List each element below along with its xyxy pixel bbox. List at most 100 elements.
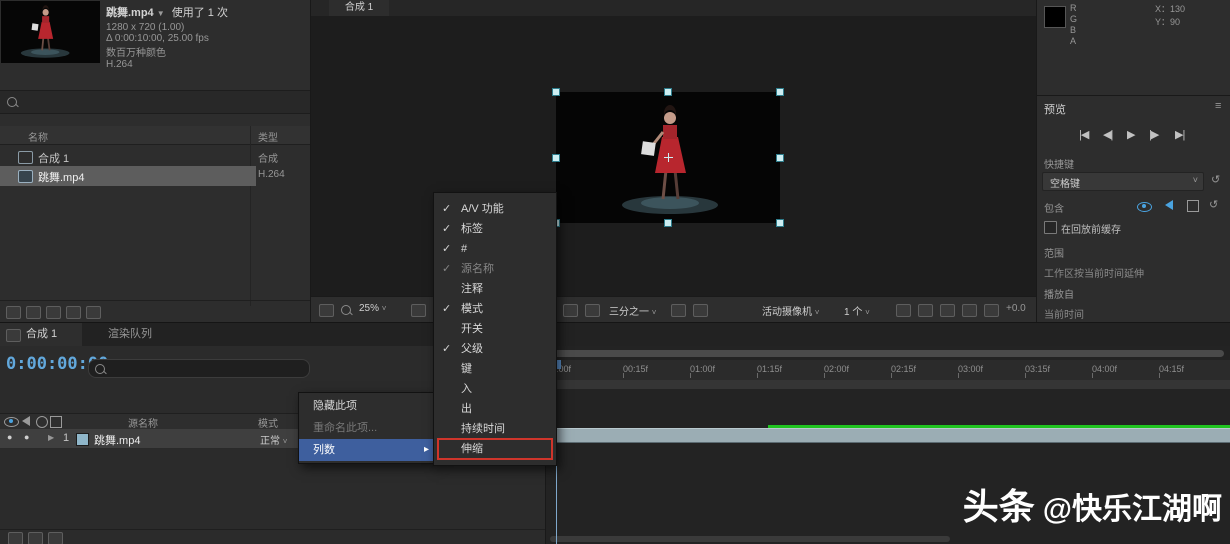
include-audio-speaker-icon[interactable] <box>1165 200 1173 210</box>
transparency-grid-icon[interactable] <box>585 304 600 317</box>
composition-mini-icon <box>6 329 21 342</box>
timeline-button-icon[interactable] <box>918 304 933 317</box>
selection-handle-se[interactable] <box>776 219 784 227</box>
footage-name[interactable]: 跳舞.mp4 <box>106 7 154 19</box>
submenu-item-duration[interactable]: 持续时间 <box>434 419 556 439</box>
reset-shortcut-icon[interactable]: ↺ <box>1211 173 1220 186</box>
check-icon: ✓ <box>442 263 452 275</box>
menu-item-columns[interactable]: 列数 ▸ <box>299 439 435 461</box>
new-folder-icon[interactable] <box>46 306 61 319</box>
panel-menu-icon[interactable]: ≡ <box>1215 100 1221 112</box>
submenu-item-switches[interactable]: 开关 <box>434 319 556 339</box>
ruler-label: 04:15f <box>1159 364 1185 374</box>
exposure-reset-icon[interactable] <box>984 304 999 317</box>
column-header-name[interactable]: 名称 <box>28 129 48 144</box>
motion-blur-toggle-icon[interactable] <box>48 532 63 544</box>
delete-icon[interactable] <box>86 306 101 319</box>
frame-blend-toggle-icon[interactable] <box>28 532 43 544</box>
composition-frame[interactable] <box>556 92 780 223</box>
submenu-item-mode[interactable]: ✓ 模式 <box>434 299 556 319</box>
selection-handle-nw[interactable] <box>552 88 560 96</box>
view-layout-dropdown[interactable]: 1 个 ˅ <box>844 303 870 318</box>
layer-duration-bar[interactable] <box>556 428 1230 443</box>
project-search-bar[interactable] <box>0 90 310 114</box>
project-item-composition[interactable]: 合成 1 合成 <box>0 148 310 166</box>
include-video-eye-icon[interactable] <box>1137 202 1152 212</box>
submenu-item-parent[interactable]: ✓ 父级 <box>434 339 556 359</box>
project-item-name[interactable]: 合成 1 <box>38 150 69 166</box>
layer-visibility-eye-icon[interactable]: ● <box>7 432 12 442</box>
submenu-item-comment[interactable]: 注释 <box>434 279 556 299</box>
selection-handle-e[interactable] <box>776 154 784 162</box>
next-frame-button[interactable]: |▶ <box>1149 128 1159 141</box>
chevron-down-icon: ˅ <box>651 308 657 317</box>
camera-dropdown[interactable]: 活动摄像机 ˅ <box>762 303 819 318</box>
interpret-footage-icon[interactable] <box>6 306 21 319</box>
project-item-footage[interactable]: 跳舞.mp4 H.264 <box>0 166 310 186</box>
cache-before-playback-checkbox[interactable] <box>1044 221 1057 234</box>
selection-handle-n[interactable] <box>664 88 672 96</box>
resolution-dropdown[interactable]: 三分之一 ˅ <box>609 303 656 318</box>
submenu-item-number[interactable]: ✓ # <box>434 239 556 259</box>
fast-preview-icon[interactable] <box>671 304 686 317</box>
selection-handle-s[interactable] <box>664 219 672 227</box>
range-value[interactable]: 工作区按当前时间延伸 <box>1044 265 1144 280</box>
layer-blend-mode-dropdown[interactable]: 正常 ˅ <box>260 432 287 447</box>
selection-handle-w[interactable] <box>552 154 560 162</box>
magnify-icon[interactable] <box>341 305 351 315</box>
magnification-dropdown[interactable]: 25% ˅ <box>359 303 386 314</box>
shy-layers-toggle-icon[interactable] <box>8 532 23 544</box>
anchor-point[interactable] <box>664 153 673 162</box>
column-header-type[interactable]: 类型 <box>258 129 278 144</box>
always-preview-icon[interactable] <box>319 304 334 317</box>
bit-depth-icon[interactable] <box>26 306 41 319</box>
camera-settings-icon[interactable] <box>693 304 708 317</box>
layer-name[interactable]: 跳舞.mp4 <box>94 432 140 448</box>
check-icon: ✓ <box>442 223 452 235</box>
menu-item-hide-this[interactable]: 隐藏此项 <box>299 395 435 417</box>
timeline-search-input[interactable] <box>88 359 310 378</box>
column-mode[interactable]: 模式 <box>258 415 278 430</box>
submenu-item-out[interactable]: 出 <box>434 399 556 419</box>
project-item-name[interactable]: 跳舞.mp4 <box>38 169 84 185</box>
check-icon: ✓ <box>442 243 452 255</box>
roi-icon[interactable] <box>563 304 578 317</box>
play-from-value[interactable]: 当前时间 <box>1044 306 1084 321</box>
horizontal-scrollbar[interactable] <box>550 536 950 542</box>
layer-label-swatch[interactable] <box>76 433 89 446</box>
grid-guides-icon[interactable] <box>411 304 426 317</box>
footage-caret-icon[interactable]: ▼ <box>157 9 165 18</box>
timeline-navigator-bar[interactable] <box>550 350 1224 357</box>
timeline-tab-bar: 合成 1 渲染队列 <box>0 323 1230 346</box>
viewer-tab-composition[interactable]: 合成 1 <box>329 0 389 16</box>
x-value: 130 <box>1170 4 1186 14</box>
cache-checkbox-label[interactable]: 在回放前缓存 <box>1061 221 1121 236</box>
last-frame-button[interactable]: ▶| <box>1175 128 1185 141</box>
footage-usage[interactable]: 使用了 1 次 <box>172 7 228 19</box>
timeline-tab-render-queue[interactable]: 渲染队列 <box>90 323 170 346</box>
time-ruler[interactable]: :00f 00:15f 01:00f 01:15f 02:00f 02:15f … <box>546 360 1230 381</box>
submenu-item-label[interactable]: ✓ 标签 <box>434 219 556 239</box>
layer-expander-icon[interactable]: ▶ <box>48 433 54 442</box>
column-source-name[interactable]: 源名称 <box>128 415 158 430</box>
shortcut-dropdown[interactable]: 空格键 ˅ <box>1042 172 1204 191</box>
project-panel-footer <box>0 300 310 323</box>
layer-audio-icon[interactable]: ● <box>24 432 29 442</box>
play-button[interactable]: ▶ <box>1127 128 1136 141</box>
first-frame-button[interactable]: |◀ <box>1079 128 1089 141</box>
new-composition-icon[interactable] <box>66 306 81 319</box>
loop-icon[interactable]: ↺ <box>1209 198 1218 211</box>
submenu-item-in[interactable]: 入 <box>434 379 556 399</box>
flowchart-button-icon[interactable] <box>940 304 955 317</box>
submenu-item-av-features[interactable]: ✓ A/V 功能 <box>434 199 556 219</box>
selection-handle-ne[interactable] <box>776 88 784 96</box>
snapshot-icon[interactable] <box>962 304 977 317</box>
work-area-bar[interactable] <box>546 380 1230 389</box>
prev-frame-button[interactable]: ◀| <box>1103 128 1113 141</box>
timeline-tab-composition[interactable]: 合成 1 <box>0 323 82 346</box>
include-overlays-icon[interactable] <box>1187 200 1199 212</box>
pixel-aspect-icon[interactable] <box>896 304 911 317</box>
submenu-item-stretch[interactable]: 伸缩 <box>434 438 556 460</box>
exposure-value[interactable]: +0.0 <box>1006 303 1026 314</box>
submenu-item-keys[interactable]: 键 <box>434 359 556 379</box>
